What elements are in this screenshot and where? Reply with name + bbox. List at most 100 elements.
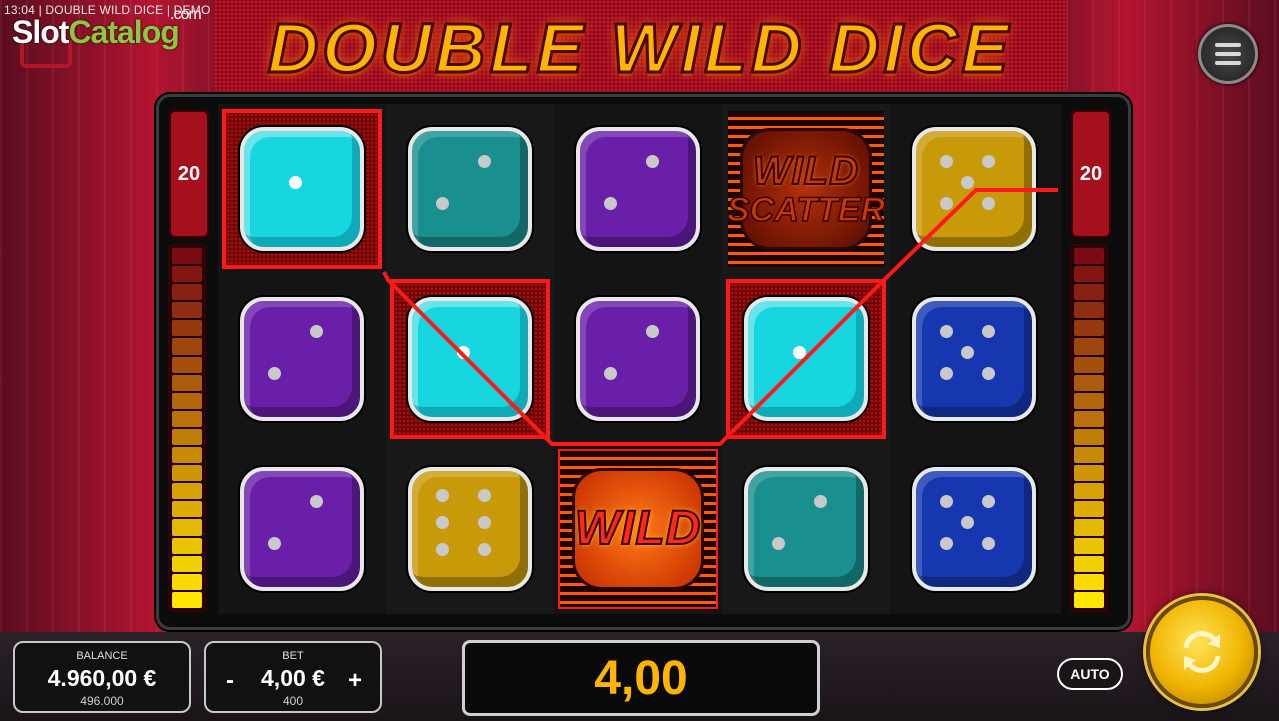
cyan-die-symbol	[240, 127, 364, 251]
die-pip	[939, 494, 953, 508]
meter-segment	[1074, 447, 1104, 464]
meter-segment	[172, 501, 202, 518]
spin-icon	[1183, 631, 1221, 673]
reel-cell	[722, 274, 890, 444]
cyan-die-symbol	[744, 467, 868, 591]
reel-cell	[554, 104, 722, 274]
balance-value: 4.960,00 €	[47, 665, 157, 691]
die-pip	[960, 515, 974, 529]
autoplay-button[interactable]: AUTO	[1057, 658, 1123, 690]
meter-segment	[1074, 428, 1104, 446]
meter-segment	[172, 356, 202, 373]
die-pip	[960, 175, 974, 189]
die-pip	[939, 366, 953, 380]
bet-decrease-button[interactable]: -	[226, 667, 234, 695]
die-pip	[981, 196, 995, 210]
meter-segment	[172, 284, 202, 301]
die-pip	[435, 515, 449, 529]
reel-column: WILD SCATTER	[722, 104, 890, 614]
reel-cell	[722, 444, 890, 614]
meter-segment	[172, 374, 202, 391]
meter-segment	[172, 302, 202, 319]
die-pip	[477, 542, 491, 556]
die-pip	[981, 154, 995, 168]
menu-icon-bar	[1215, 61, 1241, 65]
cyan-die-symbol	[408, 127, 532, 251]
reel-cell	[554, 274, 722, 444]
lines-indicator-right: 20	[1071, 110, 1111, 238]
die-pip	[603, 366, 617, 380]
meter-segment	[172, 573, 202, 590]
die-pip	[645, 154, 659, 168]
bet-panel: BET 4,00 € 400 - +	[204, 641, 382, 713]
meter-segment	[1074, 555, 1104, 572]
symbol-badge: WILD	[572, 468, 704, 590]
die-pip	[603, 196, 617, 210]
reel-cell: WILD SCATTER	[722, 104, 890, 274]
reel-column	[218, 104, 386, 614]
menu-icon	[1215, 43, 1241, 47]
reel-cell: WILD	[554, 444, 722, 614]
yellow-die-symbol	[912, 127, 1036, 251]
balance-label: BALANCE	[76, 650, 128, 662]
bet-label: BET	[282, 650, 304, 662]
meter-segment	[172, 428, 202, 446]
spin-button[interactable]	[1146, 596, 1258, 708]
meter-segment	[172, 410, 202, 427]
meter-segment	[172, 483, 202, 500]
yellow-die-symbol	[408, 467, 532, 591]
cyan-die-symbol	[744, 297, 868, 421]
meter-segment	[172, 555, 202, 572]
meter-segment	[1074, 392, 1104, 409]
meter-segment	[1074, 374, 1104, 391]
meter-segment	[1074, 338, 1104, 355]
watermark-suffix: .com	[170, 6, 202, 23]
meter-segment	[1074, 266, 1104, 283]
die-pip	[960, 345, 974, 359]
die-pip	[477, 515, 491, 529]
die-pip	[435, 196, 449, 210]
reel-cell	[218, 444, 386, 614]
die-pip	[981, 324, 995, 338]
watermark-part1: Slot	[12, 14, 69, 50]
die-pip	[939, 154, 953, 168]
die-pip	[645, 324, 659, 338]
reel-cell	[386, 274, 554, 444]
die-pip	[939, 536, 953, 550]
reel-cell	[890, 104, 1058, 274]
reel-cell	[890, 274, 1058, 444]
reel-cell	[386, 444, 554, 614]
blue-die-symbol	[912, 467, 1036, 591]
purple-die-symbol	[240, 467, 364, 591]
symbol-label: WILD	[752, 149, 860, 193]
meter-segment	[1074, 465, 1104, 482]
reel-cell	[218, 104, 386, 274]
meter-segment	[1074, 302, 1104, 319]
meter-segment	[172, 392, 202, 409]
symbol-label: WILD	[574, 502, 702, 555]
die-pip	[939, 324, 953, 338]
purple-die-symbol	[576, 297, 700, 421]
meter-segment	[172, 338, 202, 355]
menu-button[interactable]	[1198, 24, 1258, 84]
balance-panel: BALANCE 4.960,00 € 496.000	[13, 641, 191, 713]
reel-cell	[386, 104, 554, 274]
meter-segment	[1074, 284, 1104, 301]
cyan-die-symbol	[408, 297, 532, 421]
symbol-badge: WILD SCATTER	[726, 128, 886, 250]
win-meter-right	[1070, 244, 1108, 612]
meter-segment	[172, 266, 202, 283]
die-pip	[981, 536, 995, 550]
game-title: DOUBLE WILD DICE	[266, 8, 1013, 89]
purple-die-symbol	[240, 297, 364, 421]
die-pip	[981, 366, 995, 380]
meter-segment	[172, 519, 202, 536]
die-pip	[792, 345, 806, 359]
meter-segment	[172, 537, 202, 554]
bet-increase-button[interactable]: +	[348, 667, 362, 695]
wild-symbol: WILD	[560, 451, 716, 607]
meter-segment	[172, 248, 202, 265]
die-pip	[435, 542, 449, 556]
die-pip	[477, 154, 491, 168]
die-pip	[939, 196, 953, 210]
